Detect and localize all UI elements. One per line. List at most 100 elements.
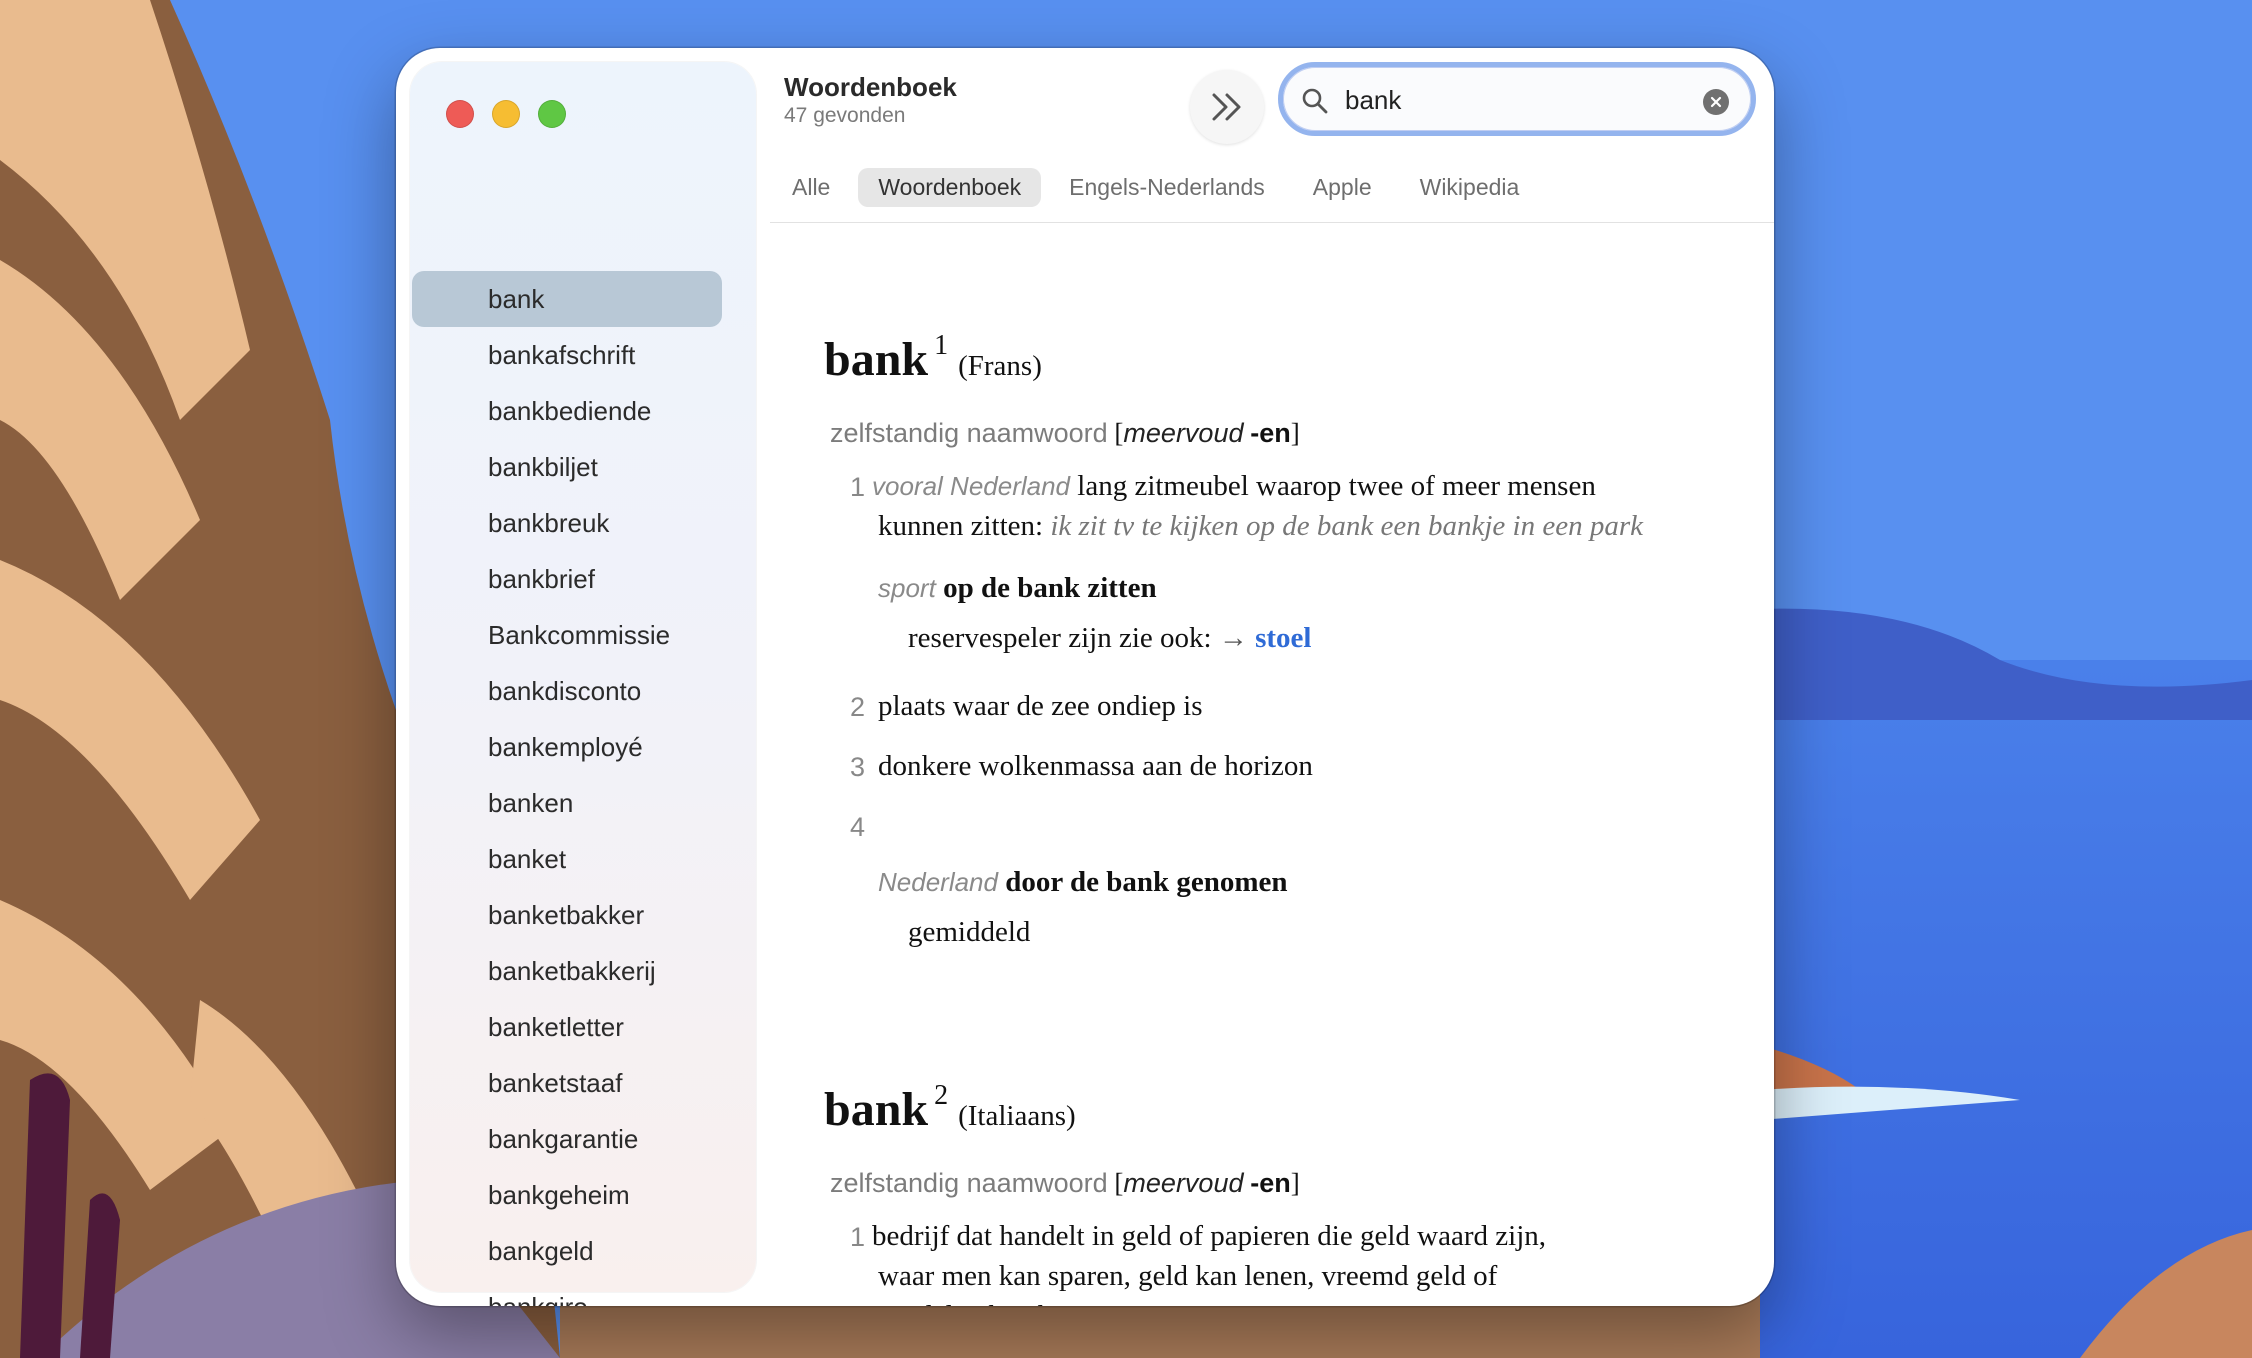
definition-text: kunnen zitten: xyxy=(878,510,1044,542)
sidebar-item[interactable]: bankbreuk xyxy=(412,495,722,551)
sense-definition: plaats waar de zee ondiep is xyxy=(878,690,1203,722)
sense-number: 2 xyxy=(850,692,866,722)
headword: bank xyxy=(824,1083,929,1136)
search-field[interactable] xyxy=(1278,62,1756,136)
dictionary-window: bank bankafschrift bankbediende bankbilj… xyxy=(396,48,1774,1306)
part-of-speech-line: zelfstandig naamwoord [meervoud -en] xyxy=(830,1168,1300,1199)
phrase: op de bank zitten xyxy=(943,572,1157,604)
sense-number: 3 xyxy=(850,752,866,782)
definition-text: lang zitmeubel waarop twee of meer mense… xyxy=(1077,470,1596,502)
definition-text: reservespeler zijn zie ook: xyxy=(908,622,1212,654)
tab-wikipedia[interactable]: Wikipedia xyxy=(1400,168,1540,207)
phrase: door de bank genomen xyxy=(1005,866,1288,898)
minimize-window-button[interactable] xyxy=(492,100,520,128)
sidebar-item[interactable]: bankbediende xyxy=(412,383,722,439)
plural-label: meervoud xyxy=(1123,1168,1244,1198)
sidebar-item-label: banketletter xyxy=(488,1012,624,1042)
sidebar-item-label: bank xyxy=(488,284,545,314)
sidebar-item-label: bankbiljet xyxy=(488,452,598,482)
sense-definition-cont: waar men kan sparen, geld kan lenen, vre… xyxy=(878,1260,1498,1292)
sidebar-item[interactable]: banken xyxy=(412,775,722,831)
sidebar-item[interactable]: bankdisconto xyxy=(412,663,722,719)
sidebar-item-label: bankdisconto xyxy=(488,676,642,706)
homograph-number: 1 xyxy=(934,330,949,361)
sidebar-item[interactable]: bankafschrift xyxy=(412,327,722,383)
register-label: Nederland xyxy=(878,867,998,897)
bracket: ] xyxy=(1290,418,1300,448)
tab-engels-nederlands[interactable]: Engels-Nederlands xyxy=(1049,168,1285,207)
close-window-button[interactable] xyxy=(446,100,474,128)
tab-woordenboek[interactable]: Woordenboek xyxy=(858,168,1042,207)
search-input[interactable] xyxy=(1343,81,1687,119)
tabs-divider xyxy=(770,222,1774,223)
part-of-speech-line: zelfstandig naamwoord [meervoud -en] xyxy=(830,418,1300,449)
tab-apple[interactable]: Apple xyxy=(1293,168,1392,207)
sidebar-item-label: bankbreuk xyxy=(488,508,610,538)
sidebar-item-label: bankgiro xyxy=(488,1292,588,1306)
source-tabs: Alle Woordenboek Engels-Nederlands Apple… xyxy=(772,168,1539,207)
sense-number: 1 xyxy=(850,1222,866,1252)
bracket: ] xyxy=(1290,1168,1300,1198)
word-origin: (Italiaans) xyxy=(958,1100,1076,1132)
sidebar-item[interactable]: bankgarantie xyxy=(412,1111,722,1167)
sidebar-item[interactable]: banketletter xyxy=(412,999,722,1055)
sidebar-item-label: bankbrief xyxy=(488,564,595,594)
sidebar-item[interactable]: bankbiljet xyxy=(412,439,722,495)
sidebar-item-label: bankgeheim xyxy=(488,1180,630,1210)
sidebar-item[interactable]: bankemployé xyxy=(412,719,722,775)
subsense-definition: reservespeler zijn zie ook: → stoel xyxy=(908,618,1311,658)
sidebar-item-bank[interactable]: bank xyxy=(412,271,722,327)
cross-reference-arrow: → xyxy=(1218,622,1248,654)
results-count: 47 gevonden xyxy=(784,104,906,127)
sidebar-item-label: bankgarantie xyxy=(488,1124,639,1154)
sense-definition: bedrijf dat handelt in geld of papieren … xyxy=(872,1220,1546,1252)
subsense-definition: gemiddeld xyxy=(908,916,1031,948)
example-text: ik zit tv te kijken op de bank een bankj… xyxy=(1050,510,1644,542)
entry-headword: bank 1 (Frans) xyxy=(824,330,1042,387)
sidebar-item-label: banken xyxy=(488,788,574,818)
homograph-number: 2 xyxy=(934,1080,949,1111)
sidebar-item[interactable]: bankgeheim xyxy=(412,1167,722,1223)
subsense-phrase: sport op de bank zitten xyxy=(878,568,1157,608)
subsense-phrase: Nederland door de bank genomen xyxy=(878,862,1288,902)
plural-label: meervoud xyxy=(1123,418,1244,448)
sidebar-item[interactable]: banketstaaf xyxy=(412,1055,722,1111)
register-label: sport xyxy=(878,573,936,603)
sidebar-item-label: banketbakker xyxy=(488,900,645,930)
sidebar-item-label: banketstaaf xyxy=(488,1068,623,1098)
sense-number: 1 xyxy=(850,472,866,502)
close-icon xyxy=(1710,96,1722,108)
sidebar-item-label: bankbediende xyxy=(488,396,652,426)
tab-alle[interactable]: Alle xyxy=(772,168,850,207)
sidebar-item-label: Bankcommissie xyxy=(488,620,671,650)
sidebar: bank bankafschrift bankbediende bankbilj… xyxy=(410,62,756,1306)
part-of-speech: zelfstandig naamwoord xyxy=(830,418,1108,448)
part-of-speech: zelfstandig naamwoord xyxy=(830,1168,1108,1198)
sidebar-item-label: bankafschrift xyxy=(488,340,636,370)
sidebar-item-label: banket xyxy=(488,844,567,874)
sidebar-item[interactable]: bankbrief xyxy=(412,551,722,607)
sidebar-item[interactable]: banketbakkerij xyxy=(412,943,722,999)
sidebar-item-label: banketbakkerij xyxy=(488,956,656,986)
double-chevron-right-icon xyxy=(1212,93,1241,121)
sense-definition: vooral Nederland lang zitmeubel waarop t… xyxy=(872,466,1596,506)
sidebar-item[interactable]: banket xyxy=(412,831,722,887)
sidebar-item[interactable]: bankgiro xyxy=(412,1279,722,1306)
sense-number: 4 xyxy=(850,812,866,842)
sense-definition-cont: aandelen kan kopen enz. xyxy=(878,1296,1163,1306)
headword: bank xyxy=(824,333,929,386)
search-icon xyxy=(1302,88,1328,114)
clear-search-button[interactable] xyxy=(1703,89,1729,115)
entry-headword: bank 2 (Italiaans) xyxy=(824,1080,1076,1137)
sidebar-item[interactable]: banketbakker xyxy=(412,887,722,943)
sidebar-item[interactable]: bankgeld xyxy=(412,1223,722,1279)
zoom-window-button[interactable] xyxy=(538,100,566,128)
cross-reference-link[interactable]: stoel xyxy=(1255,622,1311,654)
sidebar-item[interactable]: Bankcommissie xyxy=(412,607,722,663)
more-sources-button[interactable] xyxy=(1190,70,1264,144)
sidebar-item-label: bankgeld xyxy=(488,1236,594,1266)
results-list: bank bankafschrift bankbediende bankbilj… xyxy=(410,271,756,1306)
window-title: Woordenboek xyxy=(784,72,957,102)
window-controls xyxy=(446,100,566,128)
plural-suffix: -en xyxy=(1250,1168,1291,1198)
